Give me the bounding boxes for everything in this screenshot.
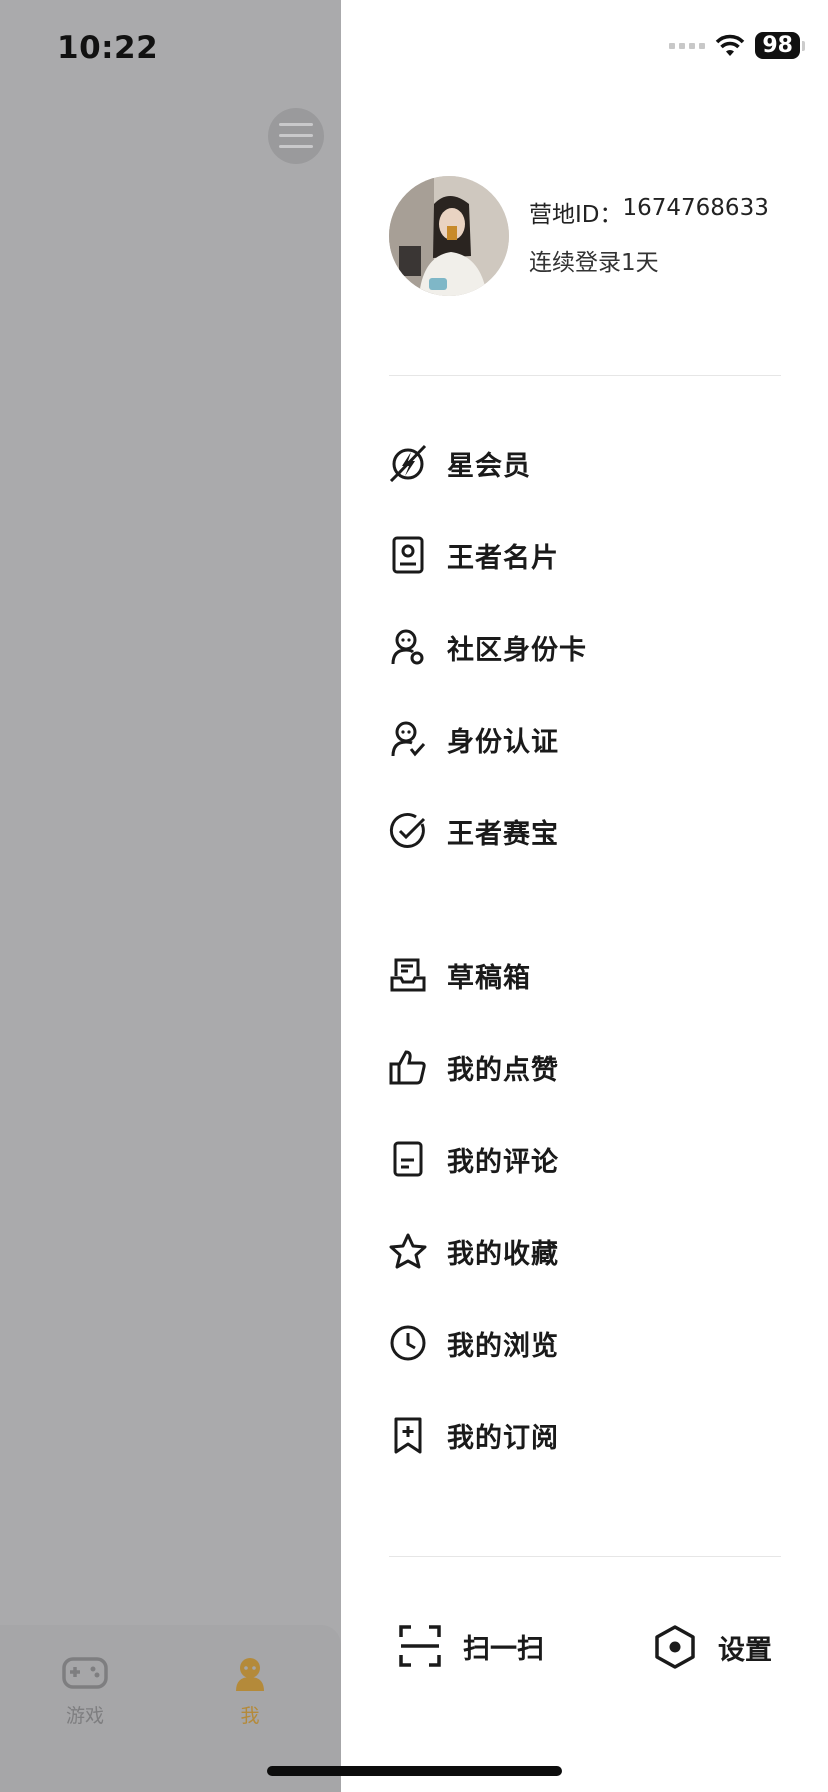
menu-item-my-subscriptions[interactable]: 我的订阅: [389, 1410, 559, 1460]
divider: [389, 375, 781, 376]
camp-id-value: 1674768633: [622, 195, 769, 221]
tab-me[interactable]: 我: [205, 1655, 295, 1728]
dimmed-background-overlay[interactable]: [0, 0, 341, 1792]
battery-indicator: 98: [755, 32, 805, 59]
settings-button[interactable]: 设置: [654, 1625, 772, 1669]
menu-item-label: 我的收藏: [447, 1238, 559, 1270]
menu-item-my-history[interactable]: 我的浏览: [389, 1318, 559, 1368]
bookmark-plus-icon: [389, 1416, 427, 1454]
avatar-photo: [389, 176, 509, 296]
tab-game[interactable]: 游戏: [40, 1655, 130, 1728]
comment-doc-icon: [389, 1140, 427, 1178]
menu-item-my-comments[interactable]: 我的评论: [389, 1134, 559, 1184]
hamburger-icon: [279, 123, 313, 148]
menu-item-my-likes[interactable]: 我的点赞: [389, 1042, 559, 1092]
menu-item-label: 我的浏览: [447, 1330, 559, 1362]
home-indicator: [267, 1766, 562, 1776]
scan-label: 扫一扫: [463, 1633, 544, 1665]
profile-header[interactable]: 营地ID： 1674768633 连续登录1天: [389, 176, 769, 296]
clock-icon: [389, 1324, 427, 1362]
camp-id-label: 营地ID：: [529, 202, 623, 228]
menu-item-label: 我的评论: [447, 1146, 559, 1178]
drafts-icon: [389, 956, 427, 994]
menu-item-label: 草稿箱: [447, 962, 531, 994]
user-icon: [236, 1658, 264, 1691]
divider: [389, 1556, 781, 1557]
community-identity-icon: [389, 628, 427, 666]
scan-icon: [399, 1625, 441, 1667]
status-icons: 98: [669, 32, 805, 59]
camp-id: 营地ID： 1674768633: [529, 195, 769, 229]
menu-item-label: 我的订阅: [447, 1422, 559, 1454]
settings-hexagon-icon: [655, 1625, 695, 1669]
thumbs-up-icon: [389, 1048, 427, 1086]
menu-item-king-card[interactable]: 王者名片: [389, 530, 559, 580]
menu-item-identity-verification[interactable]: 身份认证: [389, 714, 559, 764]
tab-game-label: 游戏: [65, 1705, 104, 1727]
wifi-icon: [716, 34, 745, 56]
menu-item-star-member[interactable]: 星会员: [389, 438, 531, 488]
scan-button[interactable]: 扫一扫: [399, 1625, 544, 1667]
identity-verification-icon: [389, 720, 427, 758]
gamepad-icon: [62, 1657, 108, 1689]
menu-item-label: 身份认证: [447, 726, 559, 758]
menu-item-label: 王者赛宝: [447, 818, 559, 850]
settings-label: 设置: [718, 1634, 772, 1666]
menu-item-label: 星会员: [447, 450, 531, 482]
menu-button[interactable]: [268, 108, 324, 164]
id-card-icon: [389, 536, 427, 574]
drawer-bottom-actions: 扫一扫 设置: [389, 1625, 789, 1675]
avatar[interactable]: [389, 176, 509, 296]
menu-item-drafts[interactable]: 草稿箱: [389, 950, 531, 1000]
status-time: 10:22: [57, 30, 159, 66]
star-icon: [389, 1232, 427, 1270]
tab-me-label: 我: [240, 1705, 260, 1727]
menu-item-label: 我的点赞: [447, 1054, 559, 1086]
menu-item-king-match[interactable]: 王者赛宝: [389, 806, 559, 856]
menu-item-label: 王者名片: [447, 542, 559, 574]
menu-item-community-card[interactable]: 社区身份卡: [389, 622, 587, 672]
cellular-signal-icon: [669, 42, 706, 49]
login-streak: 连续登录1天: [529, 250, 659, 276]
star-member-icon: [389, 444, 427, 482]
menu-item-my-favorites[interactable]: 我的收藏: [389, 1226, 559, 1276]
menu-item-label: 社区身份卡: [447, 634, 587, 666]
check-circle-icon: [389, 812, 427, 850]
